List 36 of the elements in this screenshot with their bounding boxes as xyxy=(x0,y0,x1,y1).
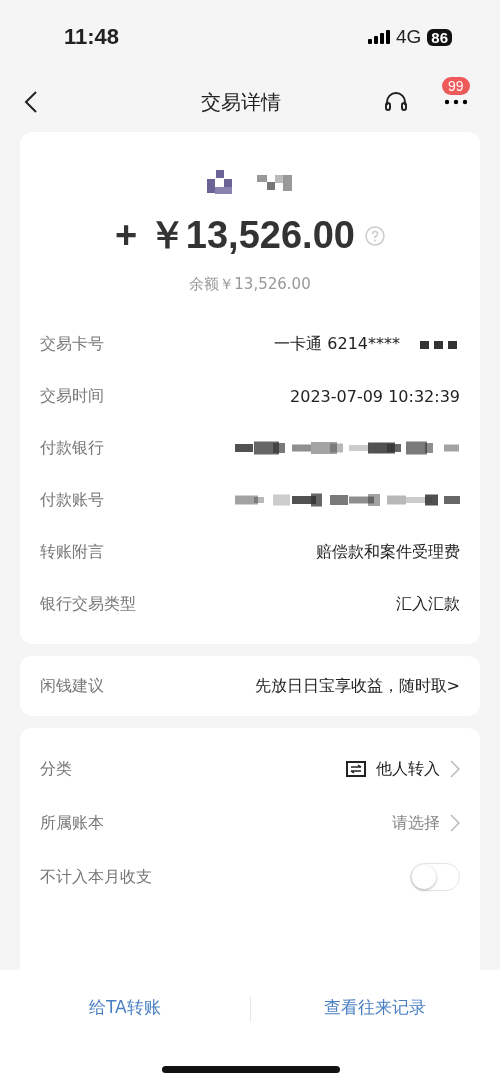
network-label: 4G xyxy=(395,26,422,48)
detail-label: 交易时间 xyxy=(40,385,104,407)
action-button[interactable]: 查看往来记录 xyxy=(250,992,500,1023)
setting-label: 所属账本 xyxy=(40,812,104,834)
detail-label: 银行交易类型 xyxy=(40,593,136,615)
redacted-drawing xyxy=(257,173,293,193)
detail-label: 转账附言 xyxy=(40,541,104,563)
detail-value: 一卡通 6214**** xyxy=(274,333,400,355)
headset-icon[interactable] xyxy=(384,90,408,114)
setting-label: 分类 xyxy=(40,758,72,780)
help-icon[interactable] xyxy=(364,225,385,246)
chevron-right-icon[interactable] xyxy=(450,814,460,832)
back-icon[interactable] xyxy=(24,90,38,114)
tip-link[interactable]: 先放日日宝享收益，随时取> xyxy=(254,675,460,697)
detail-value: 汇入汇款 xyxy=(396,593,460,615)
setting-value[interactable]: 请选择 xyxy=(392,812,440,834)
bank-logo-icon xyxy=(207,170,233,196)
notification-badge: 99 xyxy=(442,77,470,95)
page-title: 交易详情 xyxy=(200,88,282,116)
tip-label: 闲钱建议 xyxy=(40,675,104,697)
status-time: 11:48 xyxy=(64,24,120,50)
action-button[interactable]: 给TA转账 xyxy=(0,992,250,1023)
chevron-right-icon[interactable] xyxy=(450,760,460,778)
balance: 余额￥13,526.00 xyxy=(189,275,311,294)
setting-label: 不计入本月收支 xyxy=(40,866,152,888)
signal-icon xyxy=(367,30,390,44)
detail-value: 2023-07-09 10:32:39 xyxy=(290,386,460,406)
detail-value: 赔偿款和案件受理费 xyxy=(316,541,460,563)
amount: + ￥13,526.00 xyxy=(115,213,355,258)
setting-value[interactable]: 他人转入 xyxy=(376,758,440,780)
battery-level: 86 xyxy=(427,28,452,46)
toggle-switch[interactable] xyxy=(410,863,460,891)
detail-label: 付款银行 xyxy=(40,437,104,459)
detail-label: 付款账号 xyxy=(40,489,104,511)
more-icon[interactable] xyxy=(444,99,468,105)
detail-label: 交易卡号 xyxy=(40,333,104,355)
